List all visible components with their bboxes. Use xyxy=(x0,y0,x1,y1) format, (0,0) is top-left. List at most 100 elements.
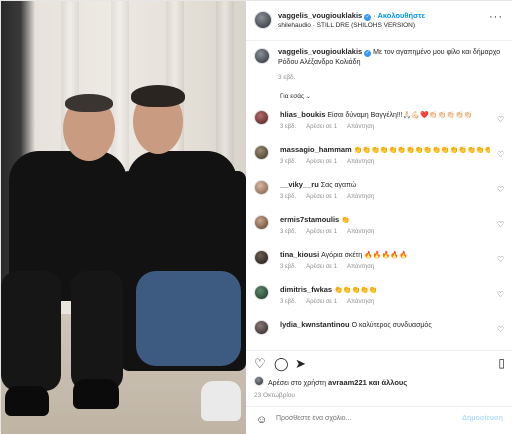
comment-line: tina_kiousi Αγόρια σκέτη 🔥🔥🔥🔥🔥 xyxy=(280,250,490,259)
comment-input[interactable] xyxy=(276,415,446,422)
comment-username[interactable]: hlias_boukis xyxy=(280,110,325,119)
emoji-icon[interactable]: ☺ xyxy=(256,414,267,426)
person-left-shoe xyxy=(73,379,119,409)
comment-username[interactable]: dimitris_fwkas xyxy=(280,285,332,294)
comment-likes[interactable]: Αρέσει σε 1 xyxy=(306,194,337,200)
comment: __viky__ru Σας αγαπώ 3 εβδ. Αρέσει σε 1 Απ… xyxy=(254,177,506,207)
comment-meta: 3 εβδ. Αρέσει σε 1 Απάντηση xyxy=(280,194,384,200)
comment: massagio_hammam 👏👏👏👏👏👏👏👏👏👏👏👏👏👏👏👏👏👏👏👏 3 ε… xyxy=(254,142,506,172)
comment-like-icon[interactable]: ♡ xyxy=(497,255,504,264)
comment-like-icon[interactable]: ♡ xyxy=(497,150,504,159)
bookmark-icon[interactable]: ▯ xyxy=(498,357,505,370)
commenter-avatar[interactable] xyxy=(254,320,269,335)
comment-text: 👏👏👏👏👏👏👏👏👏👏👏👏👏👏👏👏👏👏👏👏 xyxy=(353,147,490,154)
comment-like-icon[interactable]: ♡ xyxy=(497,325,504,334)
comment-like-icon[interactable]: ♡ xyxy=(497,115,504,124)
comment-line: __viky__ru Σας αγαπώ xyxy=(280,180,490,189)
post-modal: vaggelis_vougiouklakis ✓ · Ακολουθήστε sh… xyxy=(0,0,512,434)
commenter-avatar[interactable] xyxy=(254,110,269,125)
audio-subtitle[interactable]: shilehaudio · STILL DRE (SHILOHS VERSION… xyxy=(278,22,415,29)
comment: hlias_boukis Είσαι δύναμη Βαγγέλη!!!🙏🏻💪🏻… xyxy=(254,107,506,137)
caption-time: 3 εβδ. xyxy=(278,74,296,81)
comment-text: Ο καλύτερος συνδυασμός xyxy=(351,322,432,329)
commenter-avatar[interactable] xyxy=(254,285,269,300)
comment-text: Αγόρια σκέτη 🔥🔥🔥🔥🔥 xyxy=(321,252,408,259)
author-line: vaggelis_vougiouklakis ✓ · Ακολουθήστε xyxy=(278,11,425,21)
comment-meta: 3 εβδ. Αρέσει σε 1 Απάντηση xyxy=(280,124,384,130)
post-date[interactable]: 23 Οκτωβρίου xyxy=(254,392,295,399)
comment-composer: ☺ Δημοσίευση xyxy=(246,406,512,434)
comment-time: 3 εβδ. xyxy=(280,229,297,235)
share-icon[interactable]: ➤ xyxy=(295,357,306,370)
author-avatar[interactable] xyxy=(254,11,272,29)
reply-button[interactable]: Απάντηση xyxy=(347,299,374,305)
comment-username[interactable]: massagio_hammam xyxy=(280,145,352,154)
comment-likes[interactable]: Αρέσει σε 1 xyxy=(306,229,337,235)
comment-username[interactable]: ermis7stamoulis xyxy=(280,215,339,224)
post-header: vaggelis_vougiouklakis ✓ · Ακολουθήστε sh… xyxy=(246,1,512,41)
comment: tina_kiousi Αγόρια σκέτη 🔥🔥🔥🔥🔥 3 εβδ. Αρέ… xyxy=(254,247,506,277)
reply-button[interactable]: Απάντηση xyxy=(347,194,374,200)
sort-label: Για εσάς xyxy=(280,93,305,100)
liker-username[interactable]: avraam221 xyxy=(328,378,367,387)
sort-dropdown[interactable]: Για εσάς ⌄ xyxy=(280,93,311,100)
author-username[interactable]: vaggelis_vougiouklakis xyxy=(278,11,362,20)
liker-avatar[interactable] xyxy=(254,376,264,386)
comment-meta: 3 εβδ. Αρέσει σε 1 Απάντηση xyxy=(280,299,384,305)
comment-text: Σας αγαπώ xyxy=(320,182,357,189)
likes-prefix: Αρέσει στο χρήστη xyxy=(268,380,327,387)
post-panel: vaggelis_vougiouklakis ✓ · Ακολουθήστε sh… xyxy=(246,1,512,434)
person-right-shoe xyxy=(201,381,241,421)
comment-meta: 3 εβδ. Αρέσει σε 1 Απάντηση xyxy=(280,264,384,270)
caption-avatar[interactable] xyxy=(254,48,270,64)
commenter-avatar[interactable] xyxy=(254,215,269,230)
comment-likes[interactable]: Αρέσει σε 1 xyxy=(306,299,337,305)
reply-button[interactable]: Απάντηση xyxy=(347,264,374,270)
commenter-avatar[interactable] xyxy=(254,145,269,160)
reply-button[interactable]: Απάντηση xyxy=(347,124,374,130)
comment-username[interactable]: __viky__ru xyxy=(280,180,319,189)
likes-text: Αρέσει στο χρήστη avraam221 και άλλους xyxy=(268,378,407,387)
person-left-hair xyxy=(65,94,113,112)
person-left-leg xyxy=(71,271,123,391)
commenter-avatar[interactable] xyxy=(254,250,269,265)
verified-icon: ✓ xyxy=(364,14,372,21)
comment: dimitris_fwkas 👏👏👏👏👏 3 εβδ. Αρέσει σε 1 Απ… xyxy=(254,282,506,312)
person-right-torso xyxy=(127,151,237,291)
comment-time: 3 εβδ. xyxy=(280,264,297,270)
comment-time: 3 εβδ. xyxy=(280,159,297,165)
comment: lydia_kwnstantinou Ο καλύτερος συνδυασμό… xyxy=(254,317,506,347)
verified-icon: ✓ xyxy=(364,50,372,57)
comment-meta: 3 εβδ. Αρέσει σε 1 Απάντηση xyxy=(280,159,384,165)
heart-icon[interactable]: ♡ xyxy=(254,357,266,370)
comment-text: 👏 xyxy=(341,217,350,224)
more-icon[interactable]: ··· xyxy=(489,11,503,23)
comment-icon[interactable]: ◯ xyxy=(274,357,289,370)
comment-username[interactable]: lydia_kwnstantinou xyxy=(280,320,350,329)
comment-time: 3 εβδ. xyxy=(280,124,297,130)
post-photo[interactable] xyxy=(1,1,246,434)
person-left-shoe xyxy=(5,386,49,416)
person-right-hair xyxy=(131,85,185,107)
comment-likes[interactable]: Αρέσει σε 1 xyxy=(306,264,337,270)
commenter-avatar[interactable] xyxy=(254,180,269,195)
post-comment-button[interactable]: Δημοσίευση xyxy=(462,415,503,422)
comment-text: Είσαι δύναμη Βαγγέλη!!!🙏🏻💪🏻❤️👏🏻👏🏻👏🏻👏🏻👏🏻 xyxy=(327,112,473,119)
comment-likes[interactable]: Αρέσει σε 1 xyxy=(306,159,337,165)
reply-button[interactable]: Απάντηση xyxy=(347,229,374,235)
comment-username[interactable]: tina_kiousi xyxy=(280,250,319,259)
caption-username[interactable]: vaggelis_vougiouklakis xyxy=(278,47,362,56)
comment-text: 👏👏👏👏👏 xyxy=(334,287,378,294)
comment-time: 3 εβδ. xyxy=(280,194,297,200)
comment-like-icon[interactable]: ♡ xyxy=(497,220,504,229)
follow-button[interactable]: Ακολουθήστε xyxy=(377,11,425,20)
reply-button[interactable]: Απάντηση xyxy=(347,159,374,165)
comment-like-icon[interactable]: ♡ xyxy=(497,185,504,194)
likes-others[interactable]: και άλλους xyxy=(369,378,407,387)
comment-likes[interactable]: Αρέσει σε 1 xyxy=(306,124,337,130)
post-actions: ♡ ◯ ➤ ▯ Αρέσει στο χρήστη avraam221 και … xyxy=(246,350,512,410)
comment-like-icon[interactable]: ♡ xyxy=(497,290,504,299)
comment-line: hlias_boukis Είσαι δύναμη Βαγγέλη!!!🙏🏻💪🏻… xyxy=(280,110,490,119)
comment-line: lydia_kwnstantinou Ο καλύτερος συνδυασμό… xyxy=(280,320,490,329)
chevron-down-icon: ⌄ xyxy=(305,94,311,100)
